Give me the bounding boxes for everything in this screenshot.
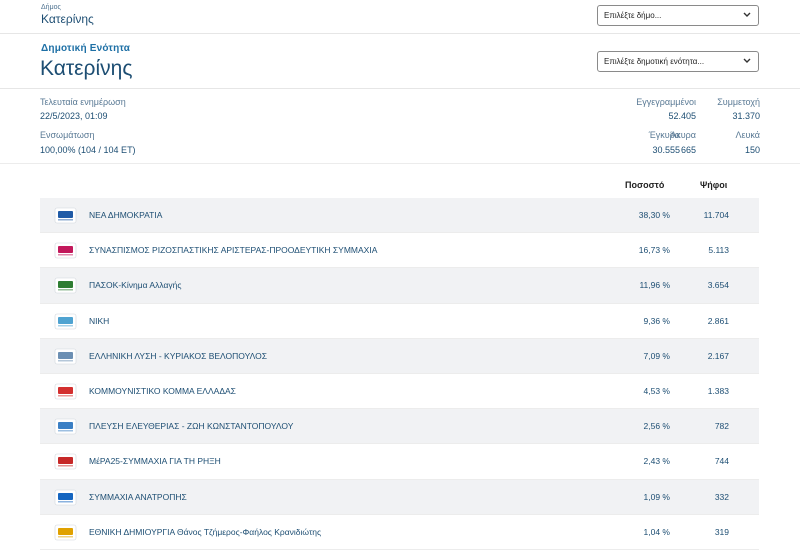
- party-percent: 11,96 %: [639, 280, 670, 291]
- party-votes: 11.704: [703, 210, 729, 220]
- valid-value: 30.555: [652, 145, 680, 155]
- table-row[interactable]: ΕΛΛΗΝΙΚΗ ΛΥΣΗ - ΚΥΡΙΑΚΟΣ ΒΕΛΟΠΟΥΛΟΣ 7,09 …: [40, 338, 759, 374]
- last-update-value: 22/5/2023, 01:09: [40, 111, 108, 121]
- integration-value: 100,00% (104 / 104 ΕΤ): [40, 145, 136, 155]
- party-name: ΠΑΣΟΚ-Κίνημα Αλλαγής: [89, 280, 182, 291]
- column-header-votes: Ψήφοι: [700, 180, 728, 190]
- municipality-name: Κατερίνης: [41, 12, 94, 26]
- party-votes: 744: [714, 456, 729, 467]
- plefsi-logo-icon: [54, 417, 77, 436]
- invalid-value: 665: [680, 145, 696, 155]
- party-percent: 1,09 %: [643, 491, 670, 502]
- niki-logo-icon: [54, 312, 77, 331]
- pasok-logo-icon: [54, 276, 77, 295]
- party-name: ΕΛΛΗΝΙΚΗ ΛΥΣΗ - ΚΥΡΙΑΚΟΣ ΒΕΛΟΠΟΥΛΟΣ: [89, 350, 268, 361]
- unit-select[interactable]: Επιλέξτε δημοτική ενότητα...: [597, 51, 759, 72]
- party-votes: 5.113: [708, 245, 729, 256]
- table-row[interactable]: ΣΥΜΜΑΧΙΑ ΑΝΑΤΡΟΠΗΣ 1,09 % 332: [40, 479, 759, 515]
- chevron-down-icon: [743, 12, 751, 17]
- blank-label: Λευκά: [735, 130, 760, 140]
- turnout-label: Συμμετοχή: [717, 97, 760, 107]
- party-name: ΣΥΝΑΣΠΙΣΜΟΣ ΡΙΖΟΣΠΑΣΤΙΚΗΣ ΑΡΙΣΤΕΡΑΣ-ΠΡΟΟ…: [89, 245, 378, 256]
- party-name: ΠΛΕΥΣΗ ΕΛΕΥΘΕΡΙΑΣ - ΖΩΗ ΚΩΝΣΤΑΝΤΟΠΟΥΛΟΥ: [89, 421, 294, 432]
- unit-label: Δημοτική Ενότητα: [41, 43, 131, 54]
- party-name: ΝΙΚΗ: [89, 315, 110, 326]
- municipality-select-value: Επιλέξτε δήμο...: [604, 11, 662, 20]
- mera25-logo-icon: [54, 452, 77, 471]
- column-header-percent: Ποσοστό: [625, 180, 665, 190]
- party-percent: 2,56 %: [643, 421, 670, 432]
- party-votes: 782: [714, 421, 729, 432]
- table-row[interactable]: ΚΟΜΜΟΥΝΙΣΤΙΚΟ ΚΟΜΜΑ ΕΛΛΑΔΑΣ 4,53 % 1.383: [40, 374, 759, 410]
- party-votes: 319: [714, 526, 729, 537]
- table-row[interactable]: ΠΑΣΟΚ-Κίνημα Αλλαγής 11,96 % 3.654: [40, 268, 759, 304]
- table-row[interactable]: ΜέΡΑ25-ΣΥΜΜΑΧΙΑ ΓΙΑ ΤΗ ΡΗΞΗ 2,43 % 744: [40, 444, 759, 480]
- syriza-logo-icon: [54, 241, 77, 260]
- divider: [0, 88, 800, 89]
- registered-value: 52.405: [668, 111, 696, 121]
- party-percent: 7,09 %: [643, 350, 670, 361]
- party-percent: 9,36 %: [643, 315, 670, 326]
- municipality-select[interactable]: Επιλέξτε δήμο...: [597, 5, 759, 26]
- party-name: ΝΕΑ ΔΗΜΟΚΡΑΤΙΑ: [89, 210, 163, 220]
- table-row[interactable]: ΕΘΝΙΚΗ ΔΗΜΙΟΥΡΓΙΑ Θάνος Τζήμερος-Φαήλος …: [40, 515, 759, 550]
- registered-label: Εγγεγραμμένοι: [636, 97, 696, 107]
- turnout-value: 31.370: [732, 111, 760, 121]
- top-bar: Δήμος Κατερίνης Επιλέξτε δήμο...: [0, 0, 800, 34]
- party-percent: 1,04 %: [643, 526, 670, 537]
- party-name: ΣΥΜΜΑΧΙΑ ΑΝΑΤΡΟΠΗΣ: [89, 491, 187, 502]
- divider: [0, 163, 800, 164]
- chevron-down-icon: [743, 58, 751, 63]
- party-votes: 3.654: [707, 280, 729, 291]
- party-percent: 4,53 %: [643, 385, 670, 396]
- party-percent: 16,73 %: [638, 245, 670, 256]
- party-percent: 38,30 %: [638, 210, 670, 220]
- page-title: Κατερίνης: [40, 57, 133, 80]
- integration-label: Ενσωμάτωση: [40, 130, 95, 140]
- invalid-label: Άκυρα: [670, 130, 696, 140]
- party-votes: 332: [714, 491, 729, 502]
- elliniki-lysi-logo-icon: [54, 347, 77, 366]
- table-row[interactable]: ΣΥΝΑΣΠΙΣΜΟΣ ΡΙΖΟΣΠΑΣΤΙΚΗΣ ΑΡΙΣΤΕΡΑΣ-ΠΡΟΟ…: [40, 233, 759, 269]
- party-percent: 2,43 %: [643, 456, 670, 467]
- anatropi-logo-icon: [54, 488, 77, 507]
- municipality-small-label: Δήμος: [41, 4, 61, 11]
- party-name: ΕΘΝΙΚΗ ΔΗΜΙΟΥΡΓΙΑ Θάνος Τζήμερος-Φαήλος …: [89, 526, 322, 537]
- party-votes: 2.861: [707, 315, 729, 326]
- results-table: ΝΕΑ ΔΗΜΟΚΡΑΤΙΑ 38,30 % 11.704 ΣΥΝΑΣΠΙΣΜΟΣ Ρ…: [40, 198, 759, 550]
- kke-logo-icon: [54, 382, 77, 401]
- table-row[interactable]: ΠΛΕΥΣΗ ΕΛΕΥΘΕΡΙΑΣ - ΖΩΗ ΚΩΝΣΤΑΝΤΟΠΟΥΛΟΥ 2…: [40, 409, 759, 445]
- blank-value: 150: [744, 145, 760, 155]
- party-name: ΚΟΜΜΟΥΝΙΣΤΙΚΟ ΚΟΜΜΑ ΕΛΛΑΔΑΣ: [89, 385, 236, 396]
- last-update-label: Τελευταία ενημέρωση: [40, 97, 126, 107]
- nd-logo-icon: [54, 206, 77, 225]
- ethniki-dimiourgia-logo-icon: [54, 523, 77, 542]
- unit-select-value: Επιλέξτε δημοτική ενότητα...: [604, 57, 705, 66]
- party-name: ΜέΡΑ25-ΣΥΜΜΑΧΙΑ ΓΙΑ ΤΗ ΡΗΞΗ: [89, 456, 221, 467]
- table-row[interactable]: ΝΕΑ ΔΗΜΟΚΡΑΤΙΑ 38,30 % 11.704: [40, 198, 759, 234]
- party-votes: 1.383: [707, 385, 729, 396]
- party-votes: 2.167: [707, 350, 729, 361]
- table-row[interactable]: ΝΙΚΗ 9,36 % 2.861: [40, 304, 759, 339]
